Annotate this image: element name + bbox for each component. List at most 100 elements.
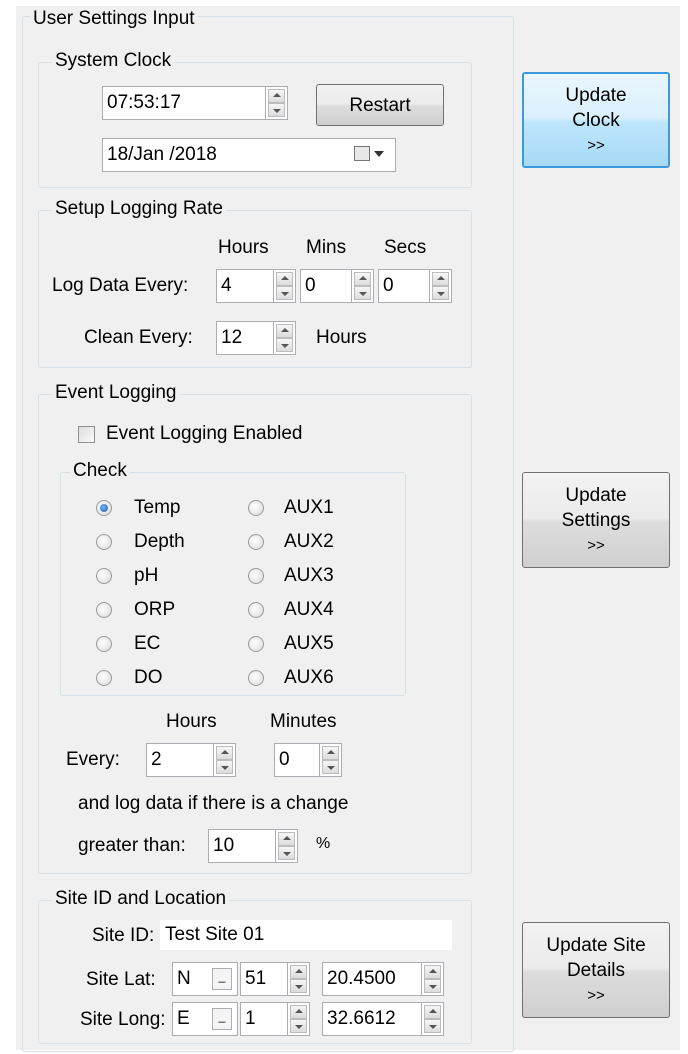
spin-down-icon[interactable] [290,1019,307,1033]
radio-aux2[interactable] [248,534,264,550]
check-title: Check [70,460,130,482]
spin-down-icon[interactable] [432,286,449,300]
chevron-down-icon[interactable] [374,151,384,157]
logging-rate-title: Setup Logging Rate [52,198,226,220]
long-dir-dropdown-icon[interactable]: _ [212,1008,232,1030]
update-clock-line2: Clock [572,109,620,131]
radio-aux6-label[interactable]: AUX6 [284,666,334,690]
radio-aux3[interactable] [248,568,264,584]
radio-depth[interactable] [96,534,112,550]
spin-down-icon[interactable] [424,1019,441,1033]
spin-up-icon[interactable] [278,832,295,846]
spin-up-icon[interactable] [276,324,293,338]
spin-down-icon[interactable] [424,979,441,993]
lat-min-field[interactable]: 20.4500 [322,962,422,996]
radio-orp[interactable] [96,602,112,618]
time-field[interactable]: 07:53:17 [102,86,266,120]
radio-do-label[interactable]: DO [134,666,163,690]
restart-button-label: Restart [349,94,411,116]
event-logging-enabled-label[interactable]: Event Logging Enabled [106,422,303,446]
update-clock-line1: Update [565,84,627,106]
update-site-arrows: >> [587,986,605,1004]
log-secs-spinner[interactable] [430,269,452,303]
radio-ec[interactable] [96,636,112,652]
radio-temp[interactable] [96,500,112,516]
spin-up-icon[interactable] [432,272,449,286]
event-hours-field[interactable]: 2 [146,743,214,777]
radio-aux4[interactable] [248,602,264,618]
lat-min-spinner[interactable] [422,962,444,996]
radio-depth-label[interactable]: Depth [134,530,185,554]
mins-header: Mins [306,237,347,258]
lat-deg-field[interactable]: 51 [240,962,288,996]
event-hours-spinner[interactable] [214,743,236,777]
spin-up-icon[interactable] [354,272,371,286]
event-logging-checkbox[interactable] [78,426,95,443]
spin-up-icon[interactable] [424,1005,441,1019]
event-minutes-field[interactable]: 0 [274,743,320,777]
update-clock-button[interactable]: Update Clock >> [522,72,670,168]
spin-down-icon[interactable] [354,286,371,300]
date-picker[interactable]: 18/Jan /2018 [102,138,396,172]
long-min-field[interactable]: 32.6612 [322,1002,422,1036]
restart-button[interactable]: Restart [316,84,444,126]
spin-up-icon[interactable] [424,965,441,979]
clean-hours-field[interactable]: 12 [216,321,274,355]
lat-deg-spinner[interactable] [288,962,310,996]
spin-down-icon[interactable] [276,286,293,300]
update-site-details-button[interactable]: Update Site Details >> [522,922,670,1018]
radio-aux6[interactable] [248,670,264,686]
long-deg-spinner[interactable] [288,1002,310,1036]
log-hours-spinner[interactable] [274,269,296,303]
update-settings-line1: Update [565,484,627,506]
update-settings-button[interactable]: Update Settings >> [522,472,670,568]
change-threshold-field[interactable]: 10 [208,829,276,863]
long-min-spinner[interactable] [422,1002,444,1036]
radio-aux5[interactable] [248,636,264,652]
radio-aux3-label[interactable]: AUX3 [284,564,334,588]
event-logging-title: Event Logging [52,382,180,404]
radio-ph[interactable] [96,568,112,584]
site-long-label: Site Long: [80,1009,166,1030]
spin-up-icon[interactable] [290,965,307,979]
radio-orp-label[interactable]: ORP [134,598,175,622]
spin-up-icon[interactable] [290,1005,307,1019]
site-title: Site ID and Location [52,888,230,910]
log-mins-field[interactable]: 0 [300,269,352,303]
radio-ec-label[interactable]: EC [134,632,160,656]
radio-aux5-label[interactable]: AUX5 [284,632,334,656]
radio-temp-label[interactable]: Temp [134,496,180,520]
spin-up-icon[interactable] [216,746,233,760]
event-minutes-spinner[interactable] [320,743,342,777]
spin-down-icon[interactable] [276,338,293,352]
log-hours-field[interactable]: 4 [216,269,274,303]
spin-up-icon[interactable] [268,89,285,103]
spin-down-icon[interactable] [216,760,233,774]
radio-do[interactable] [96,670,112,686]
radio-ph-label[interactable]: pH [134,564,158,588]
spin-down-icon[interactable] [290,979,307,993]
site-id-field[interactable]: Test Site 01 [160,920,452,950]
spin-down-icon[interactable] [278,846,295,860]
percent-label: % [316,835,331,852]
calendar-icon[interactable] [354,146,370,161]
radio-aux1[interactable] [248,500,264,516]
long-deg-field[interactable]: 1 [240,1002,288,1036]
log-mins-spinner[interactable] [352,269,374,303]
log-secs-field[interactable]: 0 [378,269,430,303]
change-threshold-spinner[interactable] [276,829,298,863]
hours-header: Hours [218,237,269,258]
user-settings-panel: User Settings Input System Clock 07:53:1… [16,6,680,1052]
lat-dir-dropdown-icon[interactable]: _ [212,968,232,990]
spin-up-icon[interactable] [322,746,339,760]
clean-unit-label: Hours [316,327,367,348]
radio-aux1-label[interactable]: AUX1 [284,496,334,520]
radio-aux2-label[interactable]: AUX2 [284,530,334,554]
spin-down-icon[interactable] [268,103,285,117]
update-site-line1: Update Site [546,934,646,956]
clean-hours-spinner[interactable] [274,321,296,355]
spin-down-icon[interactable] [322,760,339,774]
time-spinner[interactable] [266,86,288,120]
spin-up-icon[interactable] [276,272,293,286]
radio-aux4-label[interactable]: AUX4 [284,598,334,622]
